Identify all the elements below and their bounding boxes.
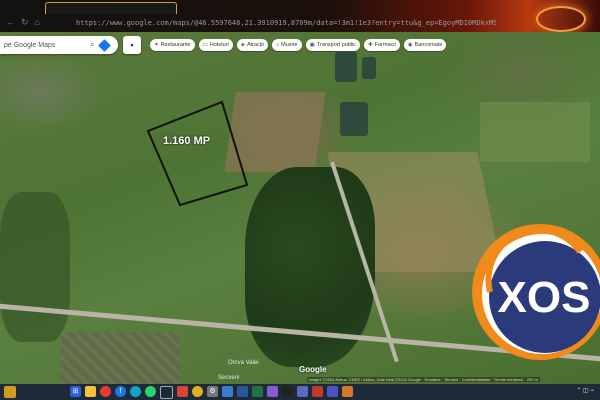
chip-label: Transport public — [316, 42, 357, 48]
reload-icon[interactable]: ↻ — [21, 17, 29, 28]
start-icon[interactable]: ⊞ — [70, 385, 81, 397]
map-credits[interactable]: Imagini ©2024 Airbus, CNES / Airbus, Dat… — [306, 377, 540, 382]
steam-icon[interactable] — [160, 385, 173, 399]
edge-icon[interactable] — [130, 385, 141, 397]
google-logo: Google — [299, 365, 327, 374]
windows-taskbar: ⊞ f ⚙ ⌃ ◫ ⌁ — [0, 384, 600, 400]
taskbar-app-icons: ⊞ f ⚙ — [70, 385, 353, 399]
chrome-icon[interactable] — [192, 385, 203, 397]
photos-icon[interactable] — [267, 385, 278, 397]
ai-icon[interactable] — [297, 385, 308, 397]
excel-icon[interactable] — [252, 385, 263, 397]
chip-label: Farmacii — [374, 42, 396, 48]
collapse-panel-button[interactable]: ▪ — [123, 36, 141, 54]
pharmacy-icon: ✚ — [368, 42, 373, 48]
hotel-icon: ▭ — [202, 42, 208, 48]
whatsapp-icon[interactable] — [145, 385, 156, 397]
folder-icon[interactable] — [85, 385, 96, 397]
road-label: Secveni — [218, 375, 240, 381]
media-icon[interactable] — [312, 385, 323, 397]
settings-icon[interactable]: ⚙ — [207, 385, 218, 397]
maps-search-box[interactable]: ⌕ — [0, 36, 118, 54]
parcel-area-label: 1.160 MP — [163, 135, 211, 147]
chip-pharmacies[interactable]: ✚ Farmacii — [364, 39, 400, 51]
chip-label: Atracții — [246, 42, 264, 48]
store-icon[interactable] — [222, 385, 233, 397]
chip-label: Muzee — [281, 42, 298, 48]
facebook-icon[interactable]: f — [115, 385, 126, 397]
chip-attractions[interactable]: ◈ Atracții — [236, 39, 268, 51]
xos-text: XOS — [498, 273, 591, 322]
browser-chrome: ← ↻ ⌂ https://www.google.com/maps/@46.55… — [0, 0, 600, 32]
word-icon[interactable] — [237, 385, 248, 397]
system-tray[interactable]: ⌃ ◫ ⌁ — [576, 387, 594, 394]
transit-icon: ▣ — [309, 42, 315, 48]
nav-buttons: ← ↻ ⌂ — [0, 17, 76, 28]
chip-museums[interactable]: ⌂ Muzee — [271, 39, 302, 51]
teams-icon[interactable] — [327, 385, 338, 397]
chevron-left-icon: ▪ — [130, 40, 134, 50]
theme-decoration — [536, 6, 586, 32]
chip-restaurants[interactable]: ✦ Restaurante — [150, 39, 195, 51]
chip-atms[interactable]: ◉ Bancomate — [403, 39, 447, 51]
chrome-icon[interactable] — [100, 385, 111, 397]
chip-transit[interactable]: ▣ Transport public — [305, 39, 361, 51]
back-icon[interactable]: ← — [6, 17, 15, 28]
category-chips: ✦ Restaurante ▭ Hoteluri ◈ Atracții ⌂ Muzee … — [150, 39, 447, 51]
xos-watermark-logo: XOS — [472, 224, 600, 360]
chip-label: Restaurante — [160, 42, 191, 48]
chip-hotels[interactable]: ▭ Hoteluri — [198, 39, 233, 51]
museum-icon: ⌂ — [275, 42, 280, 48]
chip-label: Hoteluri — [209, 42, 229, 48]
directions-icon[interactable] — [98, 38, 112, 52]
restaurant-icon: ✦ — [154, 42, 159, 48]
url-field[interactable]: https://www.google.com/maps/@46.5597648,… — [76, 19, 496, 27]
weather-widget-icon[interactable] — [4, 386, 16, 398]
attraction-icon: ◈ — [240, 42, 245, 48]
search-icon[interactable]: ⌕ — [90, 40, 94, 50]
calendar-icon[interactable] — [342, 385, 353, 397]
tab-strip — [0, 0, 600, 14]
chip-label: Bancomate — [414, 42, 443, 48]
atm-icon: ◉ — [407, 42, 413, 48]
search-input[interactable] — [0, 40, 86, 50]
mail-icon[interactable] — [177, 385, 188, 397]
terminal-icon[interactable] — [282, 385, 293, 397]
address-bar[interactable]: ← ↻ ⌂ https://www.google.com/maps/@46.55… — [0, 13, 600, 32]
home-icon[interactable]: ⌂ — [35, 17, 40, 28]
road-label: Orcva Valei — [228, 360, 259, 366]
